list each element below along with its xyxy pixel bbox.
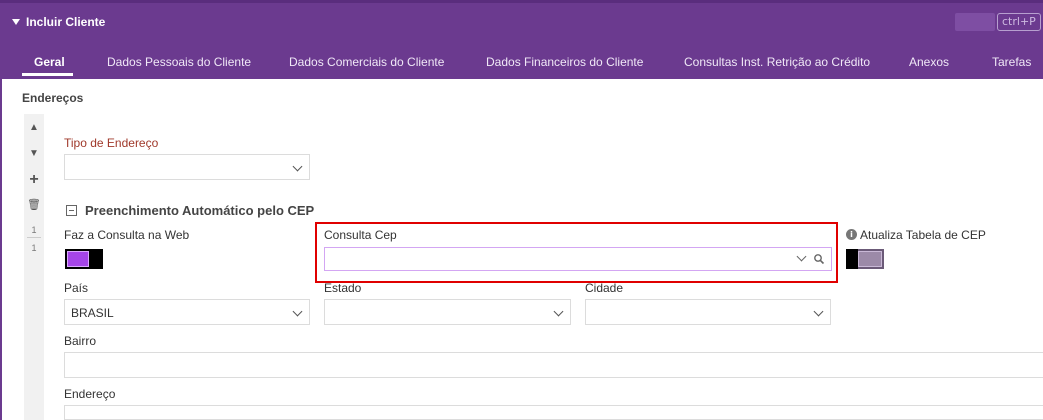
tipo-endereco-select[interactable] [64,154,310,180]
toggle-track [846,249,858,269]
search-icon[interactable] [813,253,825,265]
cidade-label: Cidade [585,281,624,295]
chevron-down-icon[interactable] [796,251,807,262]
move-up-icon[interactable]: ▲ [24,122,44,133]
tab-dados-comerciais[interactable]: Dados Comerciais do Cliente [289,55,444,69]
cidade-select[interactable] [585,299,831,325]
atualiza-cep-label: Atualiza Tabela de CEP [860,228,986,242]
tab-tarefas[interactable]: Tarefas [992,55,1031,69]
collapse-icon [66,205,77,216]
toggle-knob [67,251,89,267]
record-divider [27,237,41,238]
consulta-web-label: Faz a Consulta na Web [64,228,190,242]
tab-consultas-credito[interactable]: Consultas Inst. Retrição ao Crédito [684,55,870,69]
chevron-down-icon [292,306,303,317]
add-icon[interactable]: + [24,171,44,189]
bairro-input[interactable] [64,352,1043,378]
endereco-label: Endereço [64,387,116,401]
tab-dados-pessoais[interactable]: Dados Pessoais do Cliente [107,55,251,69]
bairro-label: Bairro [64,334,97,348]
consulta-web-toggle[interactable] [65,249,103,269]
form-content: Endereços ▲ ▼ + 🗑 1 1 Tipo de Endereço P… [0,79,1043,420]
tab-anexos[interactable]: Anexos [909,55,949,69]
move-down-icon[interactable]: ▼ [24,148,44,159]
active-tab-indicator [22,73,73,76]
info-icon[interactable]: i [846,229,857,240]
record-navigation-rail: ▲ ▼ + 🗑 1 1 [24,114,44,420]
estado-select[interactable] [324,299,571,325]
collapse-toggle[interactable]: Incluir Cliente [12,15,105,29]
tab-dados-financeiros[interactable]: Dados Financeiros do Cliente [486,55,643,69]
chevron-down-icon [292,161,303,172]
consulta-cep-input[interactable] [324,247,832,271]
endereco-input[interactable] [64,405,1043,420]
tipo-endereco-label: Tipo de Endereço [64,136,159,150]
estado-label: Estado [324,281,362,295]
window-title: Incluir Cliente [26,15,106,29]
shortcut-badge: ctrl+P [997,13,1041,31]
current-record-number: 1 [31,225,37,235]
chevron-down-icon [813,306,824,317]
delete-icon[interactable]: 🗑 [24,198,44,211]
tab-bar: Geral Dados Pessoais do Cliente Dados Co… [0,52,1043,79]
cep-group-header[interactable]: Preenchimento Automático pelo CEP [66,203,314,218]
chevron-down-icon [553,306,564,317]
pais-value: BRASIL [71,306,114,320]
pais-select[interactable]: BRASIL [64,299,310,325]
consulta-cep-label: Consulta Cep [324,228,397,242]
tab-geral[interactable]: Geral [34,55,65,69]
section-title: Endereços [22,91,84,105]
cep-group-title: Preenchimento Automático pelo CEP [85,203,315,218]
caret-down-icon [12,19,20,25]
total-record-number: 1 [31,243,37,253]
atualiza-cep-toggle[interactable] [846,249,884,269]
header-search-field[interactable] [955,13,995,31]
pais-label: País [64,281,89,295]
toggle-knob [858,251,882,267]
